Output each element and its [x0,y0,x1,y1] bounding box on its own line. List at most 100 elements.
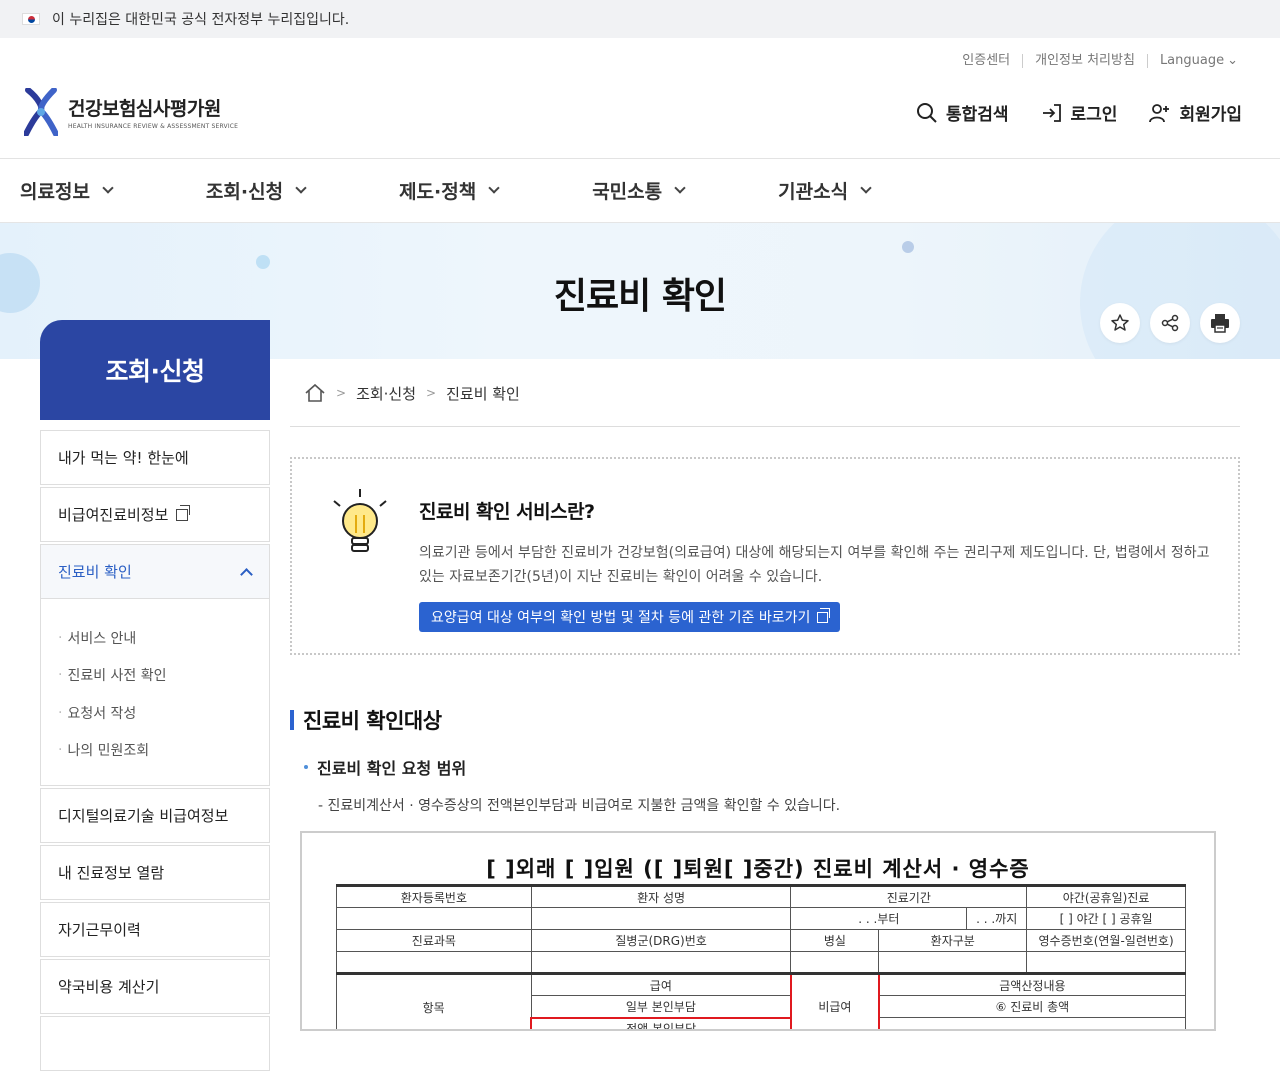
receipt-cell: 병실 [790,929,880,952]
submenu-item-request-form[interactable]: 요청서 작성 [58,694,269,732]
search-icon [916,102,937,123]
home-icon[interactable] [304,383,326,403]
sidebar-item-label: 진료비 확인 [58,563,132,581]
print-button[interactable] [1200,303,1240,343]
nav-item-policy[interactable]: 제도·정책 [399,177,500,204]
decor-circle [902,241,914,253]
submenu-item-my-complaints[interactable]: 나의 민원조회 [58,732,269,770]
receipt-cell: [ ] 야간 [ ] 공휴일 [1026,907,1186,930]
page-title: 진료비 확인 [553,276,727,317]
util-privacy-link[interactable]: 개인정보 처리방침 [1022,54,1147,68]
sidebar-item-label: 내 진료정보 열람 [58,864,165,882]
receipt-cell [1026,951,1186,974]
search-button[interactable]: 통합검색 [916,100,1009,125]
breadcrumb-level1[interactable]: 조회·신청 [356,383,416,404]
receipt-cell: 야간(공휴일)진료 [1026,885,1186,908]
share-icon [1161,314,1179,332]
sidebar-item-pharmacy-calc[interactable]: 약국비용 계산기 [40,959,270,1014]
receipt-title: [ ]외래 [ ]입원 ([ ]퇴원[ ]중간) 진료비 계산서 · 영수증 [486,857,1030,881]
receipt-cell-full-self-pay: 전액 본인부담 [530,1016,792,1029]
receipt-cell: 환자구분 [878,929,1028,952]
receipt-sample-image: [ ]외래 [ ]입원 ([ ]퇴원[ ]중간) 진료비 계산서 · 영수증 환… [300,831,1216,1031]
receipt-cell [336,951,532,974]
receipt-cell: 일부 본인부담 [530,995,792,1018]
info-description: 의료기관 등에서 부담한 진료비가 건강보험(의료급여) 대상에 해당되는지 여… [419,545,1210,585]
sidebar-item-more[interactable] [40,1016,270,1071]
receipt-table: 환자등록번호 환자 성명 진료기간 야간(공휴일)진료 . . .부터 . . … [336,884,1186,1029]
sidebar-title: 조회·신청 [40,320,270,420]
header: 인증센터 개인정보 처리방침 Language 건강보험심사평가원 HEALTH… [0,38,1280,159]
header-actions: 통합검색 로그인 회원가입 [884,100,1242,125]
signup-label: 회원가입 [1179,105,1242,125]
receipt-cell [336,907,532,930]
util-language-select[interactable]: Language [1146,54,1250,68]
nav-label: 의료정보 [20,181,90,203]
sidebar-item-label: 디지털의료기술 비급여정보 [58,807,229,825]
chevron-down-icon [674,182,686,194]
receipt-cell: 급여 [530,973,792,996]
receipt-cell [878,1017,1186,1029]
breadcrumb: > 조회·신청 > 진료비 확인 [290,360,1240,427]
sidebar-item-my-records[interactable]: 내 진료정보 열람 [40,845,270,900]
receipt-cell: . . .까지 [966,907,1028,930]
sidebar-item-fee-check[interactable]: 진료비 확인 [40,544,270,599]
korea-flag-icon [22,13,40,25]
favorite-button[interactable] [1100,303,1140,343]
site-logo[interactable]: 건강보험심사평가원 HEALTH INSURANCE REVIEW & ASSE… [23,87,239,137]
section-heading: 진료비 확인대상 [290,705,1240,735]
receipt-cell: . . .부터 [790,907,968,930]
nav-item-communication[interactable]: 국민소통 [592,177,686,204]
sidebar-item-work-history[interactable]: 자기근무이력 [40,902,270,957]
signup-button[interactable]: 회원가입 [1149,100,1242,125]
service-info-box: 진료비 확인 서비스란? 의료기관 등에서 부담한 진료비가 건강보험(의료급여… [290,457,1240,655]
hira-logo-icon [23,87,59,137]
criteria-link-button[interactable]: 요양급여 대상 여부의 확인 방법 및 절차 등에 관한 기준 바로가기 [419,602,841,632]
sidebar-item-noncovered-info[interactable]: 비급여진료비정보 [40,487,270,542]
star-icon [1111,314,1129,331]
share-button[interactable] [1150,303,1190,343]
external-link-icon [817,607,831,623]
sidebar-submenu: 서비스 안내 진료비 사전 확인 요청서 작성 나의 민원조회 [40,599,270,786]
nav-label: 조회·신청 [205,181,284,203]
chevron-down-icon [102,182,114,194]
chevron-down-icon [860,182,872,194]
breadcrumb-separator: > [426,386,437,400]
nav-item-inquiry[interactable]: 조회·신청 [205,177,307,204]
external-link-icon [176,504,191,521]
breadcrumb-current: 진료비 확인 [446,384,520,403]
lightbulb-icon [333,489,387,552]
subsection-heading: 진료비 확인 요청 범위 [304,755,1240,779]
main-content: > 조회·신청 > 진료비 확인 진료비 확인 서비스란? 의료기관 등에서 부… [290,360,1240,1031]
submenu-item-service-guide[interactable]: 서비스 안내 [58,619,269,657]
nav-label: 기관소식 [778,181,849,203]
submenu-item-pre-check[interactable]: 진료비 사전 확인 [58,657,269,695]
nav-label: 제도·정책 [399,181,477,203]
add-user-icon [1149,103,1170,122]
nav-item-news[interactable]: 기관소식 [778,177,872,204]
receipt-cell: 진료기간 [790,885,1028,908]
sidebar-item-my-medicine[interactable]: 내가 먹는 약! 한눈에 [40,430,270,485]
nav-item-medical-info[interactable]: 의료정보 [20,177,114,204]
receipt-cell [790,951,880,974]
logo-subtitle: HEALTH INSURANCE REVIEW & ASSESSMENT SER… [68,123,239,130]
receipt-cell [530,907,792,930]
sidebar-item-label: 내가 먹는 약! 한눈에 [58,449,189,467]
sidebar-item-digital-tech[interactable]: 디지털의료기술 비급여정보 [40,788,270,843]
breadcrumb-separator: > [336,386,347,400]
sidebar-item-label: 자기근무이력 [58,921,141,939]
chevron-down-icon [488,182,500,194]
receipt-cell: 환자 성명 [530,885,792,908]
search-label: 통합검색 [945,105,1009,125]
utility-nav: 인증센터 개인정보 처리방침 Language [950,54,1250,68]
gov-bar-text: 이 누리집은 대한민국 공식 전자정부 누리집입니다. [52,12,350,28]
login-label: 로그인 [1070,105,1118,125]
chevron-down-icon [295,182,307,194]
logo-title: 건강보험심사평가원 [68,98,221,120]
login-button[interactable]: 로그인 [1041,100,1118,125]
chevron-up-icon [240,567,253,581]
receipt-cell: 항목 [336,973,532,1029]
criteria-link-label: 요양급여 대상 여부의 확인 방법 및 절차 등에 관한 기준 바로가기 [431,610,811,626]
gov-bar: 이 누리집은 대한민국 공식 전자정부 누리집입니다. [0,0,1280,38]
util-cert-link[interactable]: 인증센터 [950,54,1022,68]
main-nav: 의료정보 조회·신청 제도·정책 국민소통 기관소식 [0,159,1280,223]
